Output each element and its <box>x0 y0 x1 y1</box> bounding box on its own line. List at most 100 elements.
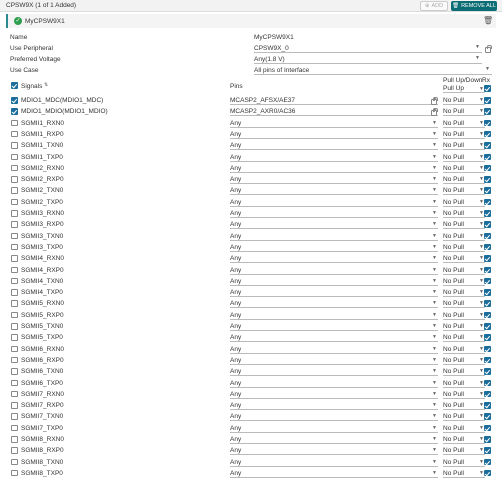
pin-select[interactable]: Any ▼ <box>230 321 438 331</box>
signal-checkbox[interactable] <box>11 277 18 285</box>
rx-checkbox[interactable] <box>484 142 491 149</box>
pull-select[interactable]: No Pull ▼ <box>443 321 485 331</box>
pin-select[interactable]: Any ▼ <box>230 457 438 467</box>
rx-checkbox[interactable] <box>484 413 491 420</box>
rx-checkbox[interactable] <box>484 277 491 285</box>
signal-checkbox[interactable] <box>11 108 18 115</box>
pull-select[interactable]: No Pull ▼ <box>443 276 485 286</box>
pin-select[interactable]: Any ▼ <box>230 468 438 478</box>
pin-select[interactable]: Any ▼ <box>230 174 438 185</box>
pull-select[interactable]: No Pull ▼ <box>443 310 485 320</box>
pin-select[interactable]: Any ▼ <box>230 253 438 264</box>
rx-checkbox[interactable] <box>484 289 491 296</box>
delete-instance-icon[interactable]: 🗑 <box>483 16 493 25</box>
pin-select[interactable]: Any ▼ <box>230 400 438 411</box>
pin-select[interactable]: Any ▼ <box>230 411 438 422</box>
pull-select[interactable]: No Pull ▼ <box>443 265 485 275</box>
pin-select[interactable]: Any ▼ <box>230 287 438 298</box>
pin-select[interactable]: Any ▼ <box>230 310 438 320</box>
voltage-select[interactable]: Any(1.8 V) ▼ <box>254 54 482 64</box>
signal-checkbox[interactable] <box>11 345 18 353</box>
signal-checkbox[interactable] <box>11 379 18 386</box>
signal-checkbox[interactable] <box>11 221 18 228</box>
signal-checkbox[interactable] <box>11 413 18 420</box>
signal-checkbox[interactable] <box>11 424 18 432</box>
signal-checkbox[interactable] <box>11 458 18 466</box>
pull-select[interactable]: No Pull ▼ <box>443 423 485 433</box>
rx-checkbox[interactable] <box>484 119 491 127</box>
signal-checkbox[interactable] <box>11 390 18 398</box>
name-input[interactable]: MyCPSW9X1 <box>254 32 482 42</box>
pull-select[interactable]: No Pull ▼ <box>443 242 485 252</box>
pin-select[interactable]: Any ▼ <box>230 276 438 286</box>
signal-checkbox[interactable] <box>11 402 18 409</box>
signal-checkbox[interactable] <box>11 255 18 262</box>
pin-select[interactable]: Any ▼ <box>230 129 438 139</box>
pin-select[interactable]: Any ▼ <box>230 378 438 388</box>
use-peripheral-select[interactable]: CPSW9X_0 ▼ <box>254 43 482 53</box>
instance-item[interactable]: ✓ MyCPSW9X1 🗑 <box>6 14 496 28</box>
signal-checkbox[interactable] <box>11 334 18 341</box>
pull-select[interactable]: No Pull ▼ <box>443 106 485 117</box>
pull-select[interactable]: No Pull ▼ <box>443 389 485 399</box>
pin-select[interactable]: Any ▼ <box>230 355 438 365</box>
rx-checkbox[interactable] <box>484 379 491 386</box>
signal-checkbox[interactable] <box>11 210 18 217</box>
signal-checkbox[interactable] <box>11 447 18 454</box>
signal-checkbox[interactable] <box>11 130 18 138</box>
pull-select[interactable]: No Pull ▼ <box>443 468 485 478</box>
pull-select[interactable]: No Pull ▼ <box>443 332 485 343</box>
signal-checkbox[interactable] <box>11 266 18 273</box>
signal-checkbox[interactable] <box>11 164 18 172</box>
rx-checkbox[interactable] <box>484 368 491 375</box>
pull-select[interactable]: No Pull ▼ <box>443 185 485 196</box>
pull-select[interactable]: No Pull ▼ <box>443 253 485 264</box>
pull-select[interactable]: No Pull ▼ <box>443 231 485 241</box>
rx-checkbox[interactable] <box>484 323 491 330</box>
pull-select[interactable]: No Pull ▼ <box>443 208 485 218</box>
signal-checkbox[interactable] <box>11 187 18 194</box>
pull-select[interactable]: No Pull ▼ <box>443 129 485 139</box>
pull-select[interactable]: No Pull ▼ <box>443 355 485 365</box>
rx-checkbox[interactable] <box>484 345 491 353</box>
pin-select[interactable]: Any ▼ <box>230 389 438 399</box>
pin-select[interactable]: Any ▼ <box>230 298 438 309</box>
pin-select[interactable]: Any ▼ <box>230 163 438 173</box>
rx-checkbox[interactable] <box>484 210 491 217</box>
pull-select[interactable]: No Pull ▼ <box>443 118 485 128</box>
rx-checkbox[interactable] <box>484 232 491 240</box>
signal-checkbox[interactable] <box>11 289 18 296</box>
pin-select[interactable]: Any ▼ <box>230 152 438 162</box>
pin-select[interactable]: Any ▼ <box>230 208 438 218</box>
use-case-select[interactable]: All pins of Interface ▼ <box>254 65 492 75</box>
pull-select[interactable]: No Pull ▼ <box>443 411 485 422</box>
signal-checkbox[interactable] <box>11 153 18 160</box>
pull-select[interactable]: No Pull ▼ <box>443 298 485 309</box>
rx-checkbox[interactable] <box>484 469 491 477</box>
rx-checkbox[interactable] <box>484 458 491 466</box>
rx-checkbox[interactable] <box>484 176 491 183</box>
rx-checkbox[interactable] <box>484 255 491 262</box>
pull-select[interactable]: No Pull ▼ <box>443 344 485 354</box>
rx-checkbox[interactable] <box>484 311 491 319</box>
rx-checkbox[interactable] <box>484 334 491 341</box>
pull-select[interactable]: No Pull ▼ <box>443 197 485 207</box>
pull-select[interactable]: No Pull ▼ <box>443 219 485 230</box>
rx-checkbox[interactable] <box>484 356 491 364</box>
select-all-checkbox[interactable] <box>11 82 18 89</box>
pin-lock-icon[interactable] <box>431 108 438 117</box>
pin-select[interactable]: Any ▼ <box>230 445 438 456</box>
signal-checkbox[interactable] <box>11 97 18 104</box>
signal-checkbox[interactable] <box>11 469 18 477</box>
signal-checkbox[interactable] <box>11 323 18 330</box>
signal-checkbox[interactable] <box>11 232 18 240</box>
rx-all-checkbox[interactable] <box>484 85 491 92</box>
rx-checkbox[interactable] <box>484 390 491 398</box>
remove-all-button[interactable]: 🗑 REMOVE ALL <box>451 1 497 11</box>
pin-select[interactable]: Any ▼ <box>230 118 438 128</box>
lock-icon[interactable] <box>485 45 492 53</box>
pin-select[interactable]: Any ▼ <box>230 185 438 196</box>
pin-select[interactable]: Any ▼ <box>230 423 438 433</box>
rx-checkbox[interactable] <box>484 164 491 172</box>
rx-checkbox[interactable] <box>484 187 491 194</box>
